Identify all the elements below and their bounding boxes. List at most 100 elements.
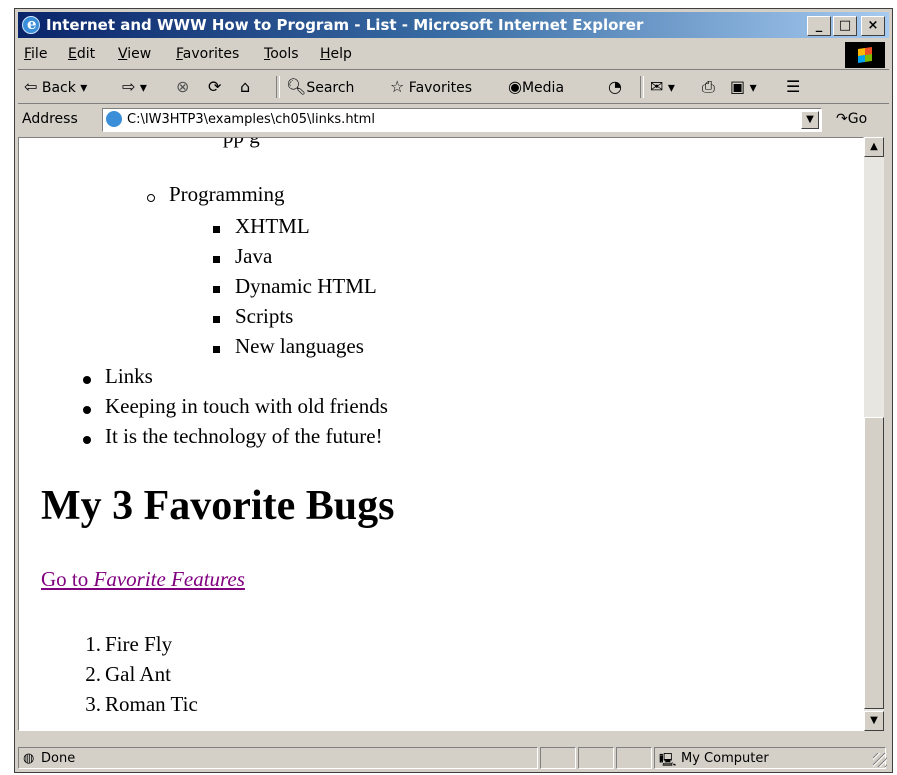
mail-button[interactable]: ✉ ▾ <box>650 76 675 98</box>
menu-view[interactable]: View <box>118 46 151 62</box>
close-button[interactable]: × <box>861 16 885 36</box>
window-title: Internet and WWW How to Program - List -… <box>46 16 644 34</box>
status-panel <box>578 747 614 769</box>
disc-bullet <box>83 376 91 384</box>
status-main-panel: ◍ Done <box>18 747 538 769</box>
address-bar: Address C:\IW3HTP3\examples\ch05\links.h… <box>18 105 889 135</box>
favorite-features-link[interactable]: Go to Favorite Features <box>41 567 245 592</box>
disc-bullet <box>83 436 91 444</box>
computer-icon: 🖳︎ <box>659 753 677 768</box>
list-number: 3. <box>85 692 101 716</box>
scroll-down-button[interactable]: ▼ <box>864 711 884 731</box>
status-text: Done <box>41 751 76 766</box>
go-label: Go <box>847 111 868 127</box>
list-item: Fire Fly <box>105 632 173 656</box>
mail-icon: ✉ <box>650 77 664 96</box>
search-label: Search <box>306 80 355 96</box>
zone-panel: 🖳︎ My Computer <box>654 747 886 769</box>
standard-toolbar: ⇦ Back ▾ ⇨ ▾ ⊗ ⟳ ⌂ 🔍︎Search ☆ Favorites … <box>18 71 889 104</box>
windows-logo-icon <box>845 42 885 68</box>
address-label: Address <box>22 111 78 127</box>
browser-window: Internet and WWW How to Program - List -… <box>14 8 893 773</box>
square-bullet <box>213 316 220 323</box>
list-number: 2. <box>85 662 101 686</box>
stop-icon: ⊗ <box>176 77 190 96</box>
ie-logo-icon[interactable] <box>22 15 40 34</box>
edit-button[interactable]: ▣ ▾ <box>730 76 757 98</box>
print-button[interactable]: ⎙ <box>702 76 715 98</box>
stop-button[interactable]: ⊗ <box>176 76 189 98</box>
scroll-up-button[interactable]: ▲ <box>864 137 884 157</box>
ie-page-icon: ◍ <box>23 751 35 766</box>
menu-favorites[interactable]: Favorites <box>176 46 239 62</box>
list-item: Dynamic HTML <box>235 274 377 298</box>
refresh-button[interactable]: ⟳ <box>208 76 221 98</box>
link-emphasis: Favorite Features <box>93 567 245 591</box>
page-content: pp g Programming XHTML Java Dynamic HTML… <box>18 137 864 731</box>
square-bullet <box>213 226 220 233</box>
zone-text: My Computer <box>681 751 769 766</box>
history-icon: ◔ <box>608 77 622 96</box>
list-item: It is the technology of the future! <box>105 424 383 448</box>
forward-button[interactable]: ⇨ ▾ <box>122 76 147 98</box>
clipped-list-item: pp g <box>223 138 260 149</box>
favorites-button[interactable]: ☆ Favorites <box>390 76 472 98</box>
status-bar: ◍ Done 🖳︎ My Computer <box>18 747 889 769</box>
back-button[interactable]: ⇦ Back ▾ <box>24 76 87 98</box>
minimize-button[interactable]: _ <box>807 16 831 36</box>
list-item: XHTML <box>235 214 310 238</box>
edit-icon: ▣ <box>730 77 746 96</box>
address-value: C:\IW3HTP3\examples\ch05\links.html <box>127 112 375 127</box>
menu-tools[interactable]: Tools <box>264 46 299 62</box>
list-item: Gal Ant <box>105 662 171 686</box>
go-arrow-icon: ↷ <box>836 111 848 127</box>
circle-bullet <box>147 194 155 202</box>
status-panel <box>540 747 576 769</box>
menu-help[interactable]: Help <box>320 46 352 62</box>
media-button[interactable]: ◉Media <box>508 76 564 98</box>
page-heading: My 3 Favorite Bugs <box>41 483 395 529</box>
status-panel <box>616 747 652 769</box>
list-item: New languages <box>235 334 364 358</box>
discuss-button[interactable]: ☰ <box>786 76 800 98</box>
menu-file[interactable]: File <box>24 46 47 62</box>
favorites-label: Favorites <box>408 80 473 96</box>
back-arrow-icon: ⇦ <box>24 77 38 96</box>
maximize-button[interactable]: □ <box>833 16 857 36</box>
media-label: Media <box>521 80 565 96</box>
title-bar: Internet and WWW How to Program - List -… <box>18 12 889 38</box>
square-bullet <box>213 256 220 263</box>
ie-page-icon <box>106 111 122 127</box>
square-bullet <box>213 346 220 353</box>
search-icon: 🔍︎ <box>286 77 307 96</box>
vertical-scrollbar[interactable]: ▲ ▼ <box>864 137 884 731</box>
toolbar-separator <box>276 76 280 98</box>
discuss-icon: ☰ <box>786 77 801 96</box>
home-icon: ⌂ <box>240 77 251 96</box>
list-item: Keeping in touch with old friends <box>105 394 388 418</box>
resize-grip[interactable] <box>873 753 887 767</box>
scroll-thumb[interactable] <box>864 417 884 709</box>
list-item: Scripts <box>235 304 294 328</box>
media-icon: ◉ <box>508 77 522 96</box>
address-input[interactable]: C:\IW3HTP3\examples\ch05\links.html ▼ <box>102 108 822 132</box>
refresh-icon: ⟳ <box>208 77 222 96</box>
menu-bar: File Edit View Favorites Tools Help <box>18 41 889 70</box>
list-item-programming: Programming <box>169 182 285 206</box>
home-button[interactable]: ⌂ <box>240 76 250 98</box>
back-label: Back <box>41 80 76 96</box>
history-button[interactable]: ◔ <box>608 76 622 98</box>
list-item: Roman Tic <box>105 692 198 716</box>
list-item: Links <box>105 364 153 388</box>
list-number: 1. <box>85 632 101 656</box>
go-button[interactable]: ↷Go <box>836 111 867 127</box>
print-icon: ⎙ <box>702 77 715 96</box>
disc-bullet <box>83 406 91 414</box>
search-button[interactable]: 🔍︎Search <box>286 76 354 98</box>
list-item: Java <box>235 244 273 268</box>
menu-edit[interactable]: Edit <box>68 46 95 62</box>
link-prefix: Go to <box>41 567 94 591</box>
address-dropdown-button[interactable]: ▼ <box>801 111 819 129</box>
favorites-icon: ☆ <box>390 77 405 96</box>
forward-arrow-icon: ⇨ <box>122 77 136 96</box>
